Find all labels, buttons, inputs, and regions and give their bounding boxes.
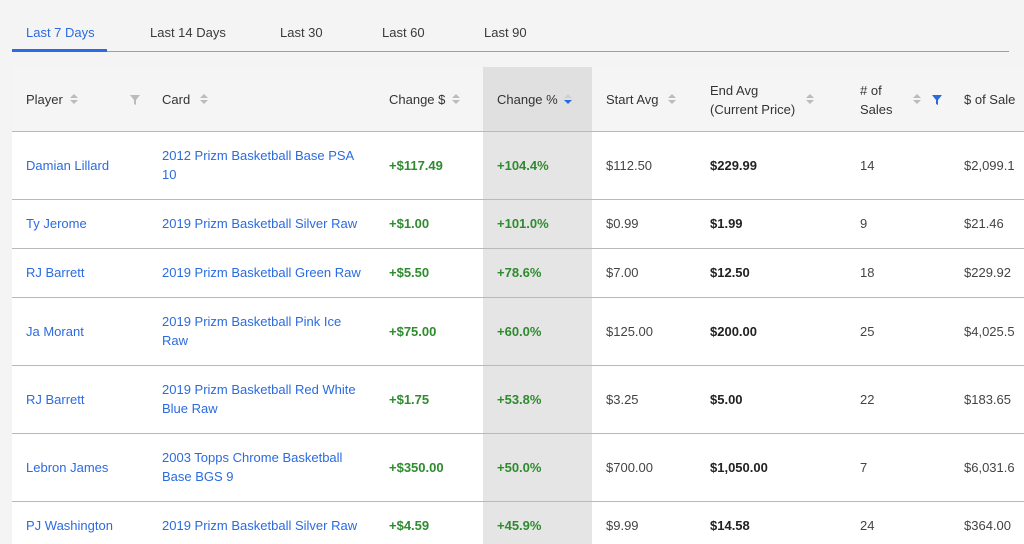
card-link[interactable]: 2019 Prizm Basketball Pink Ice [162, 312, 341, 331]
active-tab-indicator [12, 49, 107, 52]
table-header: Player Card Change $ Change % Start Avg … [12, 67, 1024, 131]
card-link[interactable]: 2012 Prizm Basketball Base PSA [162, 146, 354, 165]
table-row: Damian Lillard 2012 Prizm Basketball Bas… [12, 131, 1024, 199]
dollar-sales: $229.92 [964, 265, 1011, 280]
end-avg: $14.58 [710, 518, 750, 533]
sales-count: 24 [860, 518, 875, 533]
start-avg: $7.00 [606, 265, 639, 280]
player-link[interactable]: Damian Lillard [26, 156, 109, 175]
table-row: Ja Morant 2019 Prizm Basketball Pink Ice… [12, 297, 1024, 365]
price-change-table: Player Card Change $ Change % Start Avg … [12, 67, 1024, 544]
dollar-sales: $4,025.5 [964, 324, 1015, 339]
card-link[interactable]: 2019 Prizm Basketball Silver Raw [162, 214, 357, 233]
player-link[interactable]: Ja Morant [26, 322, 84, 341]
change-dollar: +$5.50 [389, 265, 430, 280]
dollar-sales: $6,031.6 [964, 460, 1015, 475]
card-link[interactable]: 2003 Topps Chrome Basketball [162, 448, 342, 467]
change-dollar: +$1.00 [389, 216, 430, 231]
start-avg: $3.25 [606, 392, 639, 407]
end-avg: $12.50 [710, 265, 750, 280]
change-pct: +104.4% [497, 158, 549, 173]
change-pct: +60.0% [497, 324, 542, 339]
sort-end-avg-icon[interactable] [806, 94, 814, 106]
header-start-avg[interactable]: Start Avg [606, 90, 659, 109]
filter-sales-count-active-icon[interactable] [932, 95, 942, 105]
start-avg: $112.50 [606, 158, 653, 173]
table-row: Lebron James 2003 Topps Chrome Basketbal… [12, 433, 1024, 501]
sort-start-avg-icon[interactable] [668, 94, 676, 106]
table-row: RJ Barrett 2019 Prizm Basketball Green R… [12, 248, 1024, 297]
header-dollar-sales[interactable]: $ of Sale [964, 90, 1015, 109]
header-end-avg[interactable]: End Avg [710, 81, 758, 100]
sales-count: 25 [860, 324, 875, 339]
start-avg: $9.99 [606, 518, 639, 533]
end-avg: $200.00 [710, 324, 757, 339]
end-avg: $229.99 [710, 158, 757, 173]
card-link[interactable]: 2019 Prizm Basketball Red White [162, 380, 356, 399]
dollar-sales: $183.65 [964, 392, 1011, 407]
table-row: PJ Washington 2019 Prizm Basketball Silv… [12, 501, 1024, 544]
header-change-dollar[interactable]: Change $ [389, 90, 445, 109]
table-row: Ty Jerome 2019 Prizm Basketball Silver R… [12, 199, 1024, 248]
player-link[interactable]: Ty Jerome [26, 214, 87, 233]
change-pct: +45.9% [497, 518, 542, 533]
sales-count: 9 [860, 216, 868, 231]
header-player[interactable]: Player [26, 90, 63, 109]
tab-last-30[interactable]: Last 30 [280, 25, 323, 40]
change-dollar: +$4.59 [389, 518, 430, 533]
tab-last-7-days[interactable]: Last 7 Days [26, 25, 95, 40]
change-dollar: +$117.49 [389, 158, 443, 173]
change-pct: +78.6% [497, 265, 542, 280]
change-dollar: +$75.00 [389, 324, 437, 339]
sort-change-dollar-icon[interactable] [452, 94, 460, 106]
header-card[interactable]: Card [162, 90, 190, 109]
sort-change-pct-desc-icon[interactable] [564, 94, 572, 106]
tab-last-60[interactable]: Last 60 [382, 25, 425, 40]
card-link-line2[interactable]: Raw [162, 331, 188, 350]
change-dollar: +$1.75 [389, 392, 430, 407]
period-tabs: Last 7 Days Last 14 Days Last 30 Last 60… [12, 0, 1009, 52]
start-avg: $700.00 [606, 460, 653, 475]
table-row: RJ Barrett 2019 Prizm Basketball Red Whi… [12, 365, 1024, 433]
player-link[interactable]: PJ Washington [26, 516, 113, 535]
player-link[interactable]: RJ Barrett [26, 390, 85, 409]
end-avg: $1,050.00 [710, 460, 768, 475]
change-dollar: +$350.00 [389, 460, 444, 475]
card-link-line2[interactable]: Blue Raw [162, 399, 218, 418]
sales-count: 14 [860, 158, 875, 173]
dollar-sales: $21.46 [964, 216, 1004, 231]
sort-card-icon[interactable] [200, 94, 208, 106]
card-link-line2[interactable]: Base BGS 9 [162, 467, 234, 486]
change-pct: +50.0% [497, 460, 542, 475]
sales-count: 22 [860, 392, 875, 407]
card-link[interactable]: 2019 Prizm Basketball Green Raw [162, 263, 361, 282]
header-sales-count[interactable]: # of [860, 81, 882, 100]
player-link[interactable]: RJ Barrett [26, 263, 85, 282]
sales-count: 18 [860, 265, 875, 280]
sales-count: 7 [860, 460, 868, 475]
change-pct: +53.8% [497, 392, 542, 407]
end-avg: $5.00 [710, 392, 743, 407]
sort-player-icon[interactable] [70, 94, 78, 106]
filter-player-icon[interactable] [130, 95, 140, 105]
change-pct: +101.0% [497, 216, 549, 231]
start-avg: $0.99 [606, 216, 639, 231]
start-avg: $125.00 [606, 324, 653, 339]
card-link-line2[interactable]: 10 [162, 165, 176, 184]
player-link[interactable]: Lebron James [26, 458, 108, 477]
tab-last-90[interactable]: Last 90 [484, 25, 527, 40]
sort-sales-count-icon[interactable] [913, 94, 921, 106]
header-end-avg-sub[interactable]: (Current Price) [710, 100, 795, 119]
tab-last-14-days[interactable]: Last 14 Days [150, 25, 226, 40]
card-link[interactable]: 2019 Prizm Basketball Silver Raw [162, 516, 357, 535]
dollar-sales: $2,099.1 [964, 158, 1015, 173]
dollar-sales: $364.00 [964, 518, 1011, 533]
header-change-pct[interactable]: Change % [497, 90, 558, 109]
end-avg: $1.99 [710, 216, 743, 231]
header-sales-count-sub[interactable]: Sales [860, 100, 893, 119]
